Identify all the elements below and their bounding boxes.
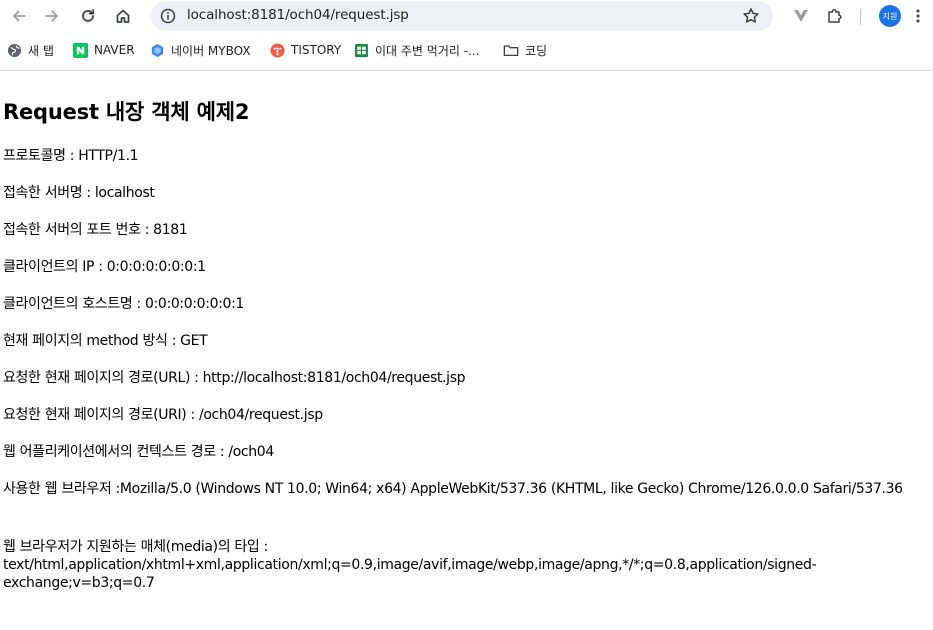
browser-toolbar: localhost:8181/och04/request.jsp 지원 [0,0,933,33]
method-line: 현재 페이지의 method 방식 : GET [3,333,208,349]
toolbar-separator [860,9,861,25]
toolbar-divider [0,70,933,71]
vue-icon [794,10,808,22]
home-button[interactable] [108,1,138,31]
sheets-icon [353,42,369,58]
context-path-line: 웹 어플리케이션에서의 컨텍스트 경로 : /och04 [3,444,274,460]
more-vert-icon [916,9,920,23]
reload-button[interactable] [73,1,103,31]
server-port-line: 접속한 서버의 포트 번호 : 8181 [3,222,188,238]
bookmark-new-tab[interactable]: 새 탭 [6,40,54,60]
url-text[interactable]: localhost:8181/och04/request.jsp [187,7,409,23]
arrow-left-icon [13,10,26,22]
site-info-icon[interactable] [157,5,179,27]
page-title: Request 내장 객체 예제2 [3,100,250,124]
bookmark-sheets[interactable]: 이대 주변 먹거리 -... [353,40,480,60]
bookmark-naver[interactable]: NAVER [72,40,135,60]
client-ip-line: 클라이언트의 IP : 0:0:0:0:0:0:0:1 [3,259,206,275]
client-host-line: 클라이언트의 호스트명 : 0:0:0:0:0:0:0:1 [3,296,244,312]
puzzle-icon [828,9,842,23]
bookmark-naver-mybox[interactable]: 네이버 MYBOX [149,40,251,60]
back-button[interactable] [4,1,34,31]
server-name-line: 접속한 서버명 : localhost [3,185,155,201]
tistory-icon [269,42,285,58]
accept-media-line: 웹 브라우저가 지원하는 매체(media)의 타입 : text/html,a… [3,539,817,591]
forward-button[interactable] [37,1,67,31]
request-uri-line: 요청한 현재 페이지의 경로(URI) : /och04/request.jsp [3,407,323,423]
globe-icon [6,42,22,58]
request-url-line: 요청한 현재 페이지의 경로(URL) : http://localhost:8… [3,370,466,386]
address-bar[interactable]: localhost:8181/och04/request.jsp [151,1,773,31]
mybox-icon [149,42,165,58]
naver-icon [72,42,88,58]
bookmark-tistory[interactable]: TISTORY [269,40,341,60]
reload-icon [82,9,95,22]
profile-avatar[interactable]: 지원 [879,5,901,27]
folder-icon [503,42,519,58]
bookmark-star-icon[interactable] [741,6,761,26]
extensions-button[interactable] [820,1,850,31]
home-icon [116,9,130,23]
protocol-line: 프로토콜명 : HTTP/1.1 [3,148,139,164]
menu-button[interactable] [903,1,933,31]
bookmarks-bar: 새 탭 NAVER 네이버 MYBOX TISTORY 이대 주변 먹거리 -.… [0,36,933,64]
user-agent-line: 사용한 웹 브라우저 :Mozilla/5.0 (Windows NT 10.0… [3,481,903,497]
bookmark-folder-coding[interactable]: 코딩 [503,40,547,60]
extension-vue-button[interactable] [786,1,816,31]
arrow-right-icon [45,10,58,22]
